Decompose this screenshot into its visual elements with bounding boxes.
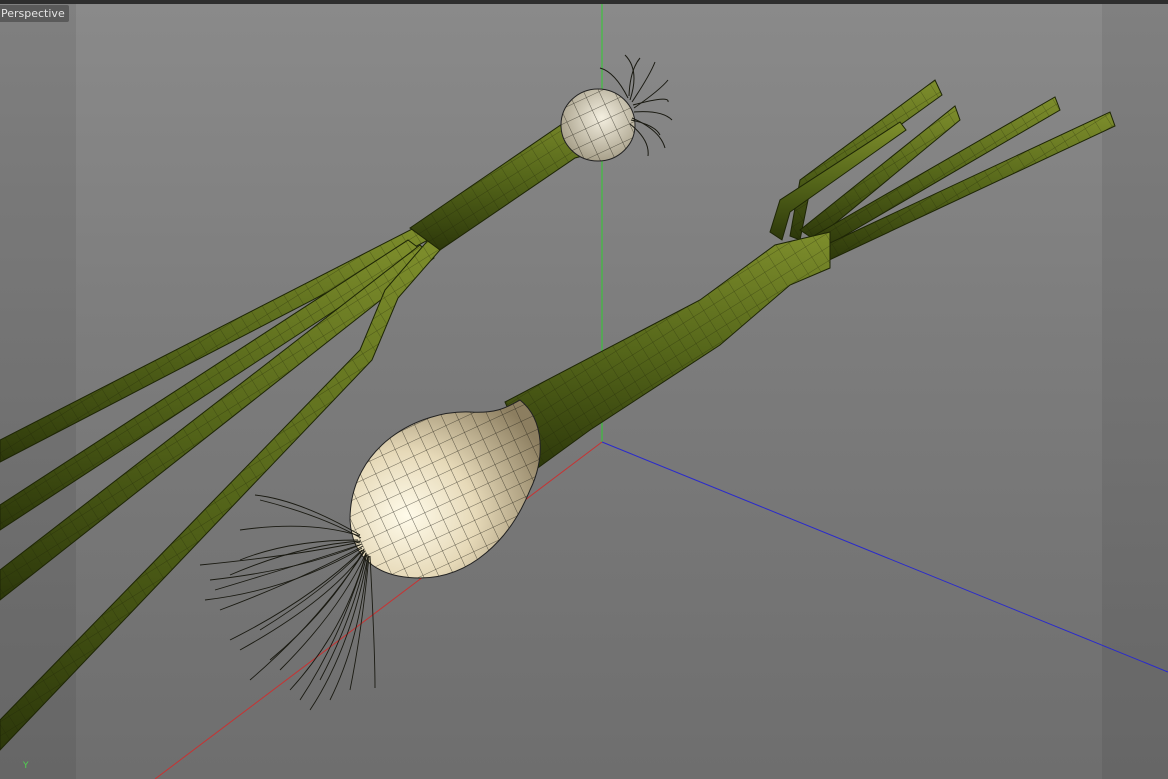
far-onion-bulb-wire <box>561 89 635 161</box>
near-onion-roots <box>199 494 376 711</box>
3d-viewport[interactable]: Perspective Y <box>0 0 1168 779</box>
axis-indicator-y: Y <box>23 761 29 771</box>
scene-canvas[interactable] <box>0 0 1168 779</box>
z-axis-line <box>601 441 1168 673</box>
viewport-name-label[interactable]: Perspective <box>0 5 69 22</box>
